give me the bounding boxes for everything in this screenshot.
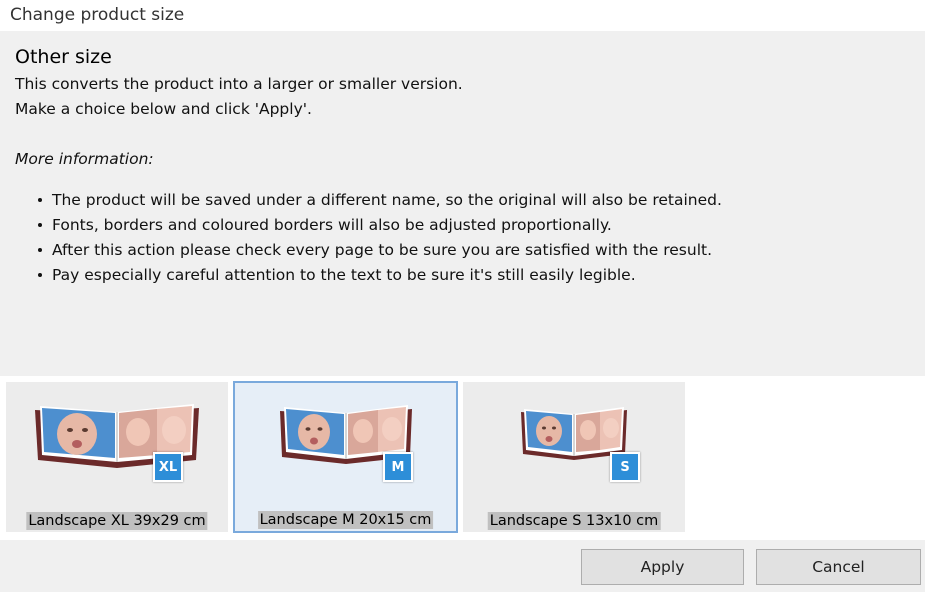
size-option-s[interactable]: S Landscape S 13x10 cm [463,382,685,532]
bullet-item: Fonts, borders and coloured borders will… [15,212,722,237]
apply-button[interactable]: Apply [581,549,744,585]
window-title: Change product size [10,5,185,25]
size-option-m[interactable]: M Landscape M 20x15 cm [233,381,458,533]
cancel-button[interactable]: Cancel [756,549,921,585]
bullet-icon [38,222,42,227]
bullet-text: Pay especially careful attention to the … [52,265,636,284]
title-bar: Change product size [0,0,925,31]
info-description-line1: This converts the product into a larger … [15,75,463,93]
more-info-label: More information: [15,150,154,168]
info-description-line2: Make a choice below and click 'Apply'. [15,100,312,118]
size-option-label: Landscape M 20x15 cm [257,511,434,529]
bullet-text: The product will be saved under a differ… [52,190,722,209]
info-bullet-list: The product will be saved under a differ… [15,187,722,287]
size-badge-xl: XL [153,452,183,482]
size-options: XL Landscape XL 39x29 cm M Landscape M 2… [0,376,925,540]
size-option-label: Landscape XL 39x29 cm [26,512,208,530]
bullet-icon [38,247,42,252]
size-option-label: Landscape S 13x10 cm [487,512,661,530]
bullet-item: The product will be saved under a differ… [15,187,722,212]
bullet-text: Fonts, borders and coloured borders will… [52,215,612,234]
size-badge-m: M [383,452,413,482]
bullet-item: Pay especially careful attention to the … [15,262,722,287]
info-panel: Other size This converts the product int… [0,31,925,376]
size-badge-s: S [610,452,640,482]
bullet-text: After this action please check every pag… [52,240,713,259]
bullet-item: After this action please check every pag… [15,237,722,262]
bullet-icon [38,197,42,202]
info-heading: Other size [15,46,112,68]
size-option-xl[interactable]: XL Landscape XL 39x29 cm [6,382,228,532]
bullet-icon [38,272,42,277]
dialog-footer: Apply Cancel [0,540,925,592]
